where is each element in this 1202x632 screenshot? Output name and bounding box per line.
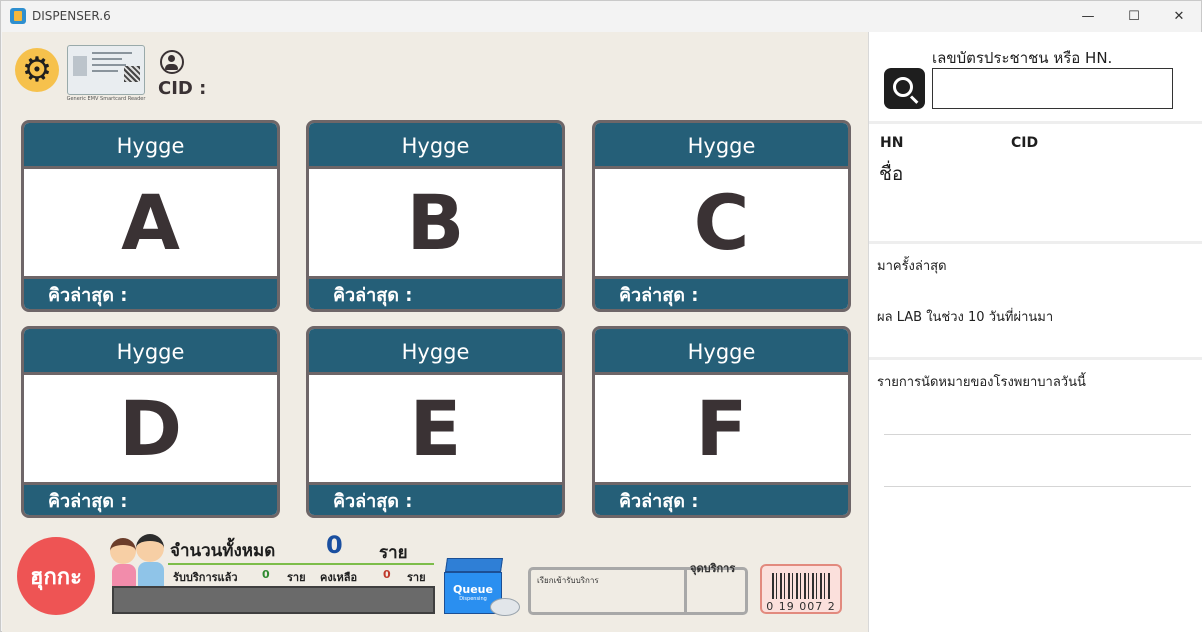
maximize-button[interactable]: ☐ <box>1111 1 1157 32</box>
search-input[interactable] <box>932 68 1173 109</box>
remaining-unit: ราย <box>407 571 426 584</box>
counter-c[interactable]: Hygge C คิวล่าสุด : <box>592 120 851 312</box>
call-label: เรียกเข้ารับบริการ <box>537 576 599 585</box>
counter-d[interactable]: Hygge D คิวล่าสุด : <box>21 326 280 518</box>
divider <box>869 121 1202 124</box>
search-icon <box>892 76 913 97</box>
queue-panel: ⚙ Generic EMV Smartcard Reader CID : Hyg… <box>2 32 868 632</box>
search-label: เลขบัตรประชาชน หรือ HN. <box>932 49 1113 67</box>
cid-label: CID : <box>158 78 207 99</box>
appointment-row <box>884 434 1191 435</box>
hn-label: HN <box>880 135 904 151</box>
appointments-label: รายการนัดหมายของโรงพยาบาลวันนี้ <box>877 375 1086 390</box>
total-unit: ราย <box>379 543 408 563</box>
counter-last-queue: คิวล่าสุด : <box>595 276 848 309</box>
settings-gear-icon[interactable]: ⚙ <box>15 48 59 92</box>
app-window: DISPENSER.6 — ☐ ✕ ⚙ Generic EMV Smartcar… <box>0 0 1202 632</box>
counter-last-queue: คิวล่าสุด : <box>309 482 562 515</box>
counter-last-queue: คิวล่าสุด : <box>595 482 848 515</box>
barcode-icon <box>772 573 832 599</box>
name-label: ชื่อ <box>879 163 904 185</box>
counter-name: Hygge <box>24 123 277 169</box>
counter-letter: A <box>121 178 180 267</box>
minimize-button[interactable]: — <box>1065 1 1111 32</box>
divider <box>869 241 1202 244</box>
counter-last-queue: คิวล่าสุด : <box>309 276 562 309</box>
disc-icon <box>490 598 520 616</box>
search-button[interactable] <box>884 68 925 109</box>
appointment-row <box>884 486 1191 487</box>
counter-f[interactable]: Hygge F คิวล่าสุด : <box>592 326 851 518</box>
total-label: จำนวนทั้งหมด <box>170 541 276 561</box>
queue-title: Queue <box>453 583 493 596</box>
counter-letter: F <box>695 384 748 473</box>
counter-last-queue: คิวล่าสุด : <box>24 276 277 309</box>
counter-last-queue: คิวล่าสุด : <box>24 482 277 515</box>
cid-label: CID <box>1011 135 1039 151</box>
counter-letter: C <box>693 178 750 267</box>
served-label: รับบริการแล้ว <box>173 571 238 584</box>
service-point-label: จุดบริการ <box>690 562 736 575</box>
barcode-button[interactable]: 0 19 007 2 <box>760 564 842 614</box>
divider <box>869 357 1202 360</box>
app-icon <box>10 8 26 24</box>
served-value: 0 <box>262 568 270 581</box>
patient-sidebar: เลขบัตรประชาชน หรือ HN. HN CID ชื่อ มาคร… <box>868 32 1202 632</box>
counter-a[interactable]: Hygge A คิวล่าสุด : <box>21 120 280 312</box>
counter-letter: B <box>406 178 465 267</box>
counter-e[interactable]: Hygge E คิวล่าสุด : <box>306 326 565 518</box>
divider <box>168 563 434 565</box>
close-button[interactable]: ✕ <box>1156 1 1202 32</box>
served-unit: ราย <box>287 571 306 584</box>
lab-results-label: ผล LAB ในช่วง 10 วันที่ผ่านมา <box>877 310 1054 325</box>
counter-name: Hygge <box>595 123 848 169</box>
remaining-label: คงเหลือ <box>320 571 358 584</box>
queue-dispensing-button[interactable]: Queue Dispensing <box>444 558 520 616</box>
counter-b[interactable]: Hygge B คิวล่าสุด : <box>306 120 565 312</box>
window-title: DISPENSER.6 <box>32 9 111 23</box>
counter-letter: D <box>118 384 183 473</box>
id-card-image <box>67 45 145 95</box>
hugka-logo: ฮุกกะ <box>17 537 95 615</box>
barcode-number: 0 19 007 2 <box>766 600 836 613</box>
patients-icon <box>108 532 168 588</box>
counter-name: Hygge <box>309 123 562 169</box>
card-reader-icon: Generic EMV Smartcard Reader <box>65 43 147 105</box>
status-bar <box>112 586 435 614</box>
user-icon <box>160 50 184 74</box>
counter-name: Hygge <box>24 329 277 375</box>
remaining-value: 0 <box>383 568 391 581</box>
counter-name: Hygge <box>595 329 848 375</box>
service-divider <box>684 570 687 612</box>
title-bar: DISPENSER.6 — ☐ ✕ <box>1 1 1201 32</box>
counter-letter: E <box>409 384 462 473</box>
last-visit-label: มาครั้งล่าสุด <box>877 259 947 274</box>
card-reader-caption: Generic EMV Smartcard Reader <box>66 96 146 102</box>
counter-name: Hygge <box>309 329 562 375</box>
total-value: 0 <box>326 531 343 559</box>
